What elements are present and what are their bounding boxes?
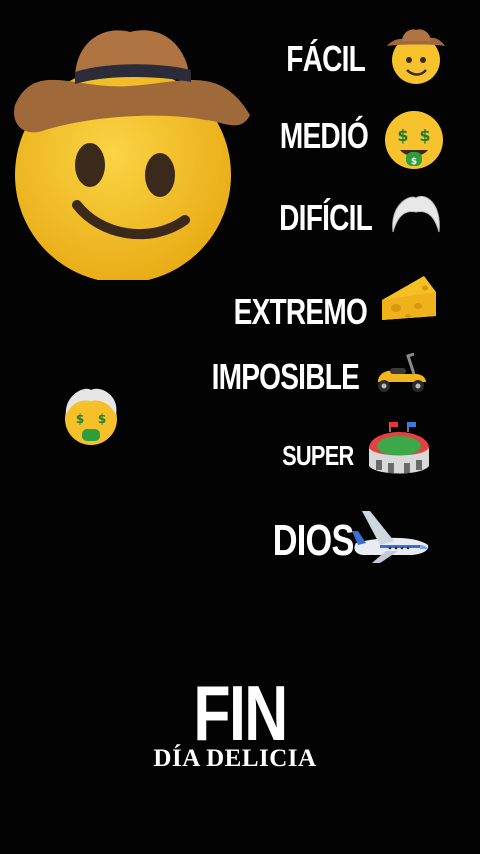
- cowboy-face-icon: [387, 29, 445, 84]
- ending-subtitle: DÍA DELICIA: [153, 745, 317, 772]
- scooter-icon: [378, 352, 426, 392]
- svg-text:$: $: [76, 412, 84, 426]
- svg-text:$: $: [411, 157, 417, 167]
- stadium-icon: [369, 422, 429, 474]
- money-mouth-face-icon: $ $ $: [385, 111, 443, 169]
- svg-text:$: $: [98, 412, 106, 426]
- level-label-dificil: DIFÍCIL: [279, 197, 373, 238]
- svg-text:$: $: [397, 126, 408, 145]
- level-label-facil: FÁCIL: [286, 38, 366, 79]
- large-cowboy-face-icon: [14, 30, 250, 280]
- level-label-extremo: EXTREMO: [233, 291, 368, 332]
- svg-text:$: $: [419, 126, 430, 145]
- money-face-white-hair-icon: $ $: [65, 388, 117, 445]
- level-label-super: SUPER: [281, 440, 354, 471]
- level-label-medio: MEDIÓ: [279, 115, 369, 156]
- cheese-icon: [382, 276, 436, 320]
- airplane-icon: [352, 511, 429, 563]
- level-label-dios: DIOS: [273, 516, 355, 565]
- white-hair-icon: [392, 196, 440, 233]
- level-label-imposible: IMPOSIBLE: [211, 356, 360, 397]
